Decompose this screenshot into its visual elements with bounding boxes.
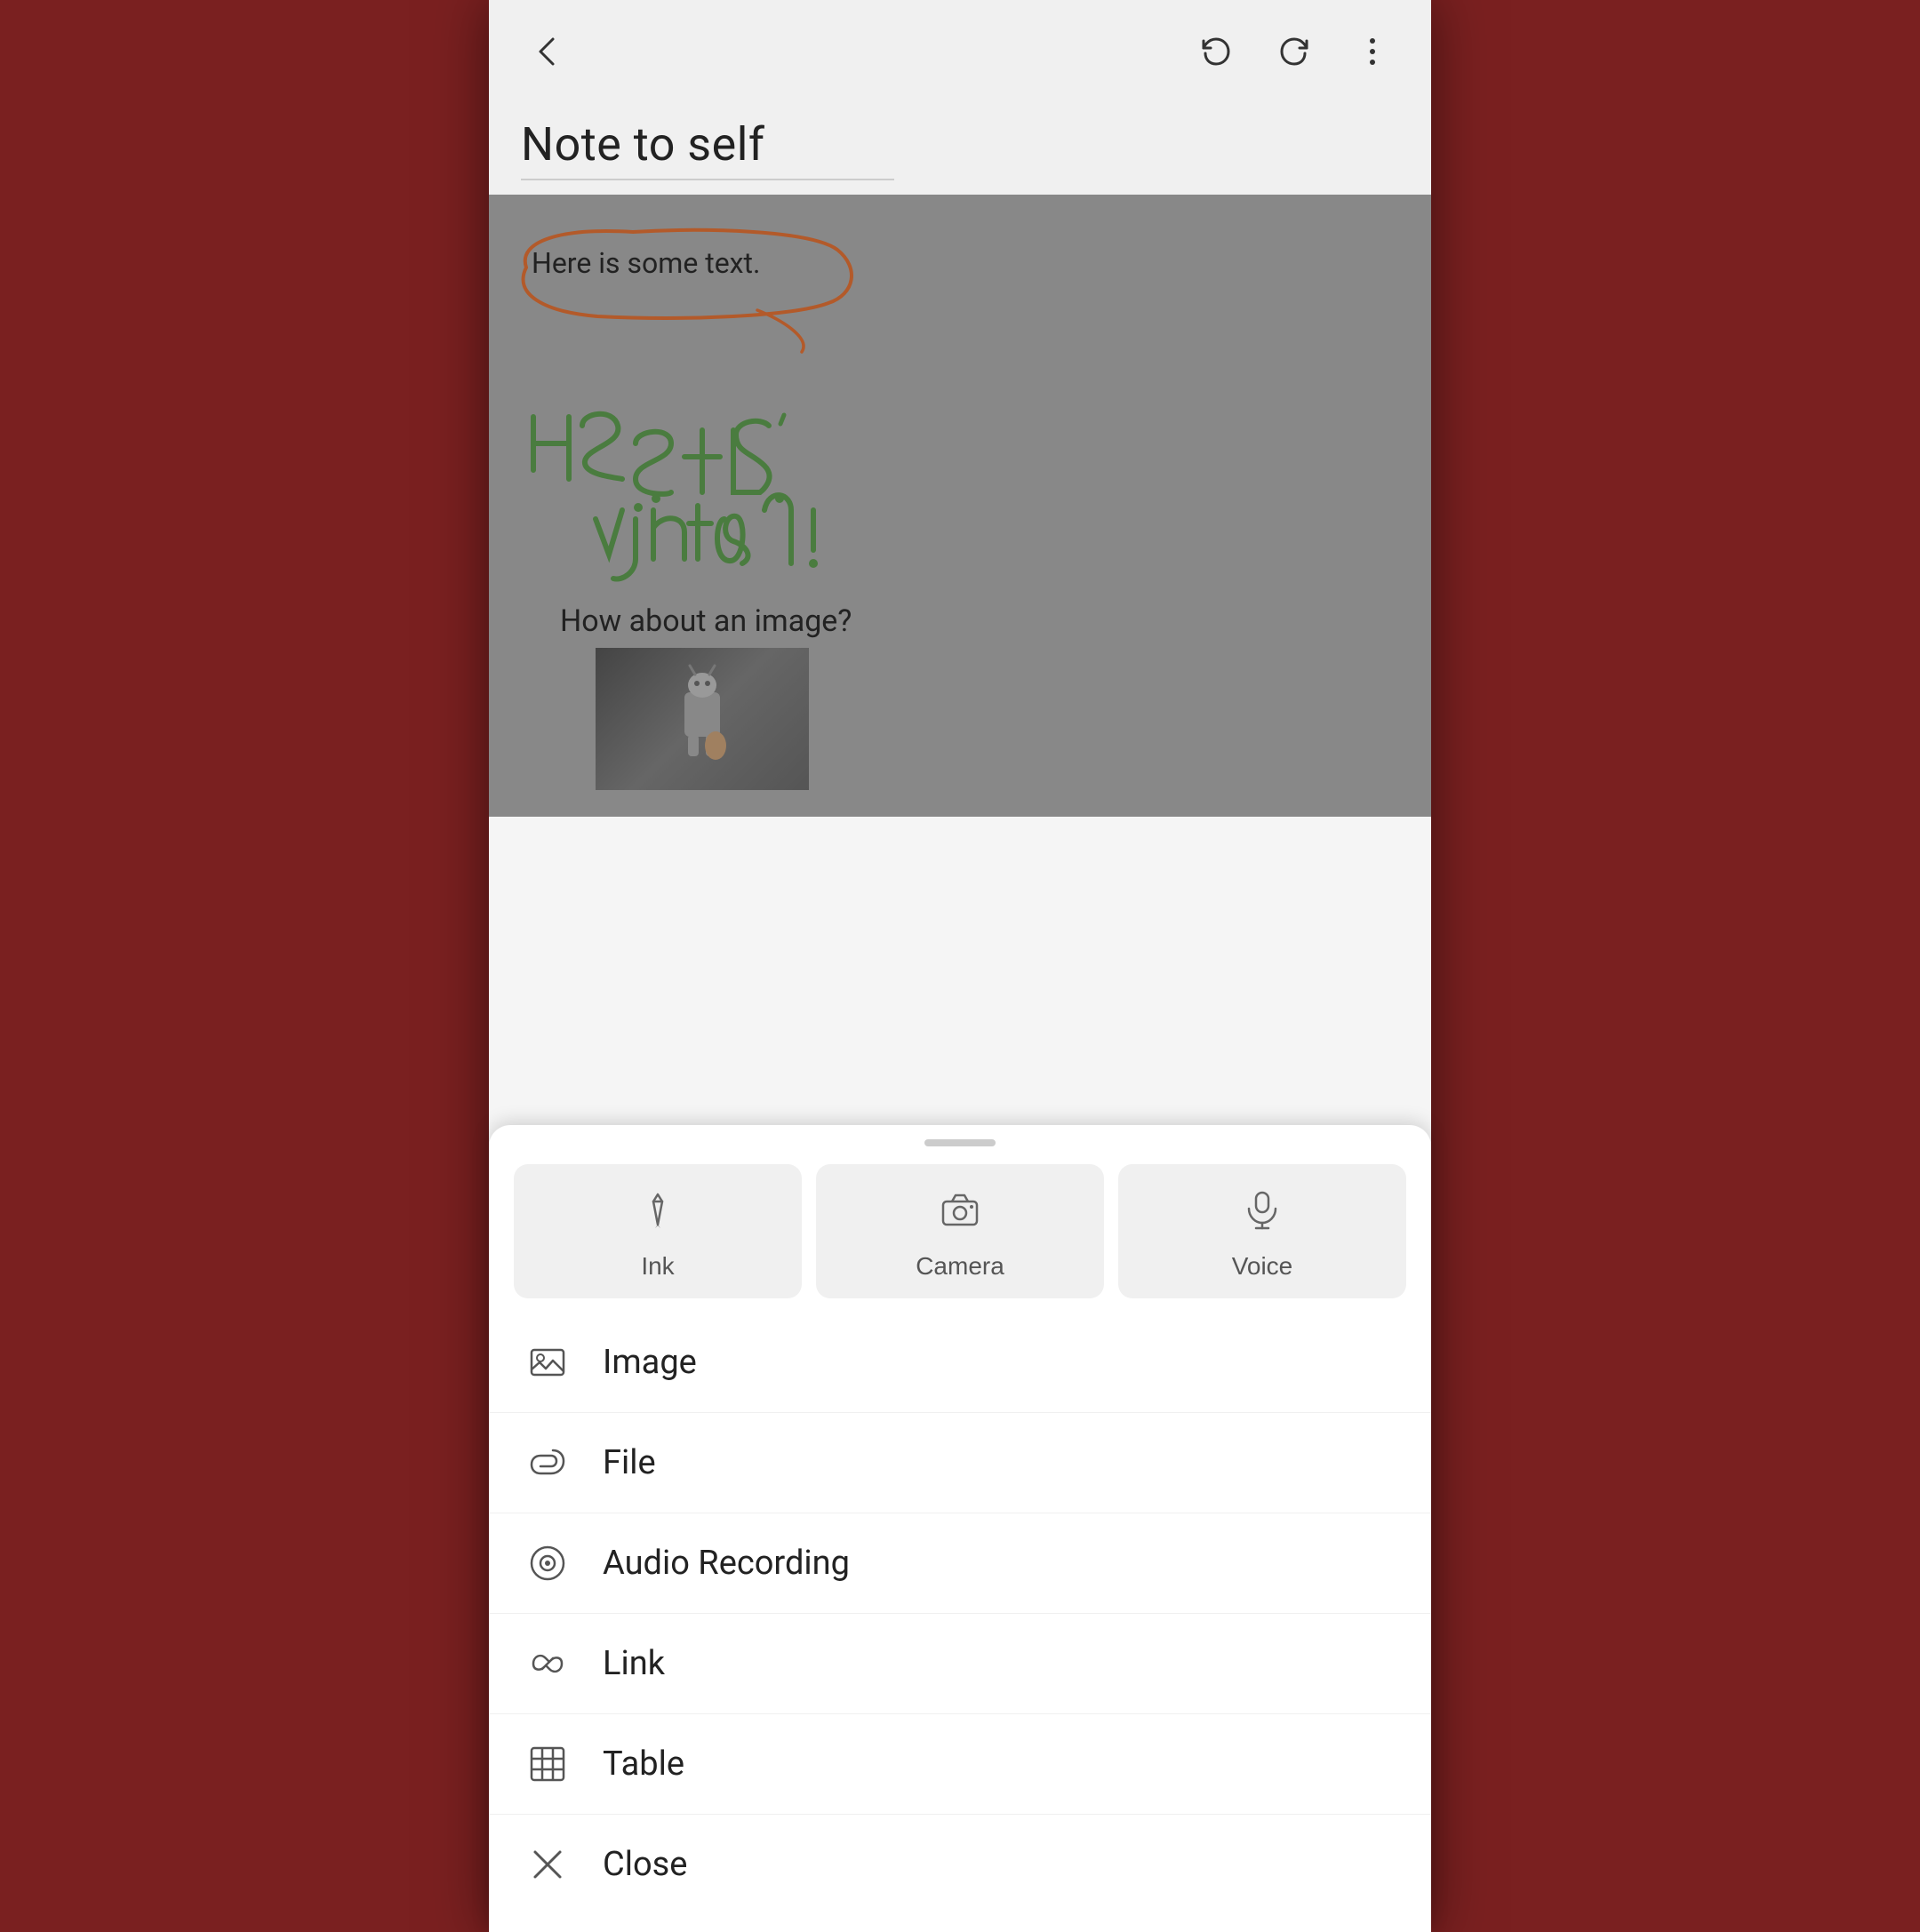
- note-area[interactable]: Here is some text. How: [489, 195, 1431, 817]
- ink-icon: [637, 1189, 678, 1240]
- close-label: Close: [603, 1845, 687, 1884]
- link-label: Link: [603, 1644, 665, 1683]
- typed-text-container: Here is some text.: [521, 239, 771, 287]
- image-label: Image: [603, 1343, 697, 1382]
- more-options-button[interactable]: [1346, 25, 1399, 78]
- audio-icon: [524, 1540, 571, 1586]
- close-icon: [524, 1841, 571, 1888]
- camera-button[interactable]: Camera: [816, 1164, 1104, 1298]
- image-icon: [524, 1339, 571, 1385]
- sheet-handle: [924, 1139, 996, 1146]
- quick-actions-row: Ink Camera: [489, 1164, 1431, 1298]
- menu-item-link[interactable]: Link: [489, 1614, 1431, 1714]
- image-prompt-text: How about an image?: [560, 603, 852, 639]
- menu-item-audio[interactable]: Audio Recording: [489, 1513, 1431, 1614]
- note-title-bar: Note to self: [489, 96, 1431, 195]
- handwriting-svg: [507, 363, 1058, 577]
- undo-button[interactable]: [1189, 25, 1243, 78]
- note-title: Note to self: [521, 117, 1399, 172]
- typed-text: Here is some text.: [521, 239, 771, 287]
- voice-icon: [1242, 1189, 1283, 1240]
- audio-label: Audio Recording: [603, 1544, 850, 1583]
- file-label: File: [603, 1443, 656, 1482]
- top-bar: [489, 0, 1431, 96]
- ink-button[interactable]: Ink: [514, 1164, 802, 1298]
- camera-label: Camera: [916, 1252, 1004, 1281]
- android-figure-svg: [649, 657, 756, 781]
- menu-item-file[interactable]: File: [489, 1413, 1431, 1513]
- menu-item-close[interactable]: Close: [489, 1815, 1431, 1914]
- ink-label: Ink: [641, 1252, 674, 1281]
- menu-item-table[interactable]: Table: [489, 1714, 1431, 1815]
- photo-inner: [596, 648, 809, 790]
- voice-label: Voice: [1232, 1252, 1293, 1281]
- top-bar-left: [521, 25, 574, 78]
- phone-container: Note to self Here is some text.: [489, 0, 1431, 1932]
- redo-button[interactable]: [1268, 25, 1321, 78]
- camera-icon: [940, 1189, 980, 1240]
- table-icon: [524, 1741, 571, 1787]
- note-title-underline: [521, 179, 894, 180]
- file-icon: [524, 1440, 571, 1486]
- table-label: Table: [603, 1744, 684, 1784]
- voice-button[interactable]: Voice: [1118, 1164, 1406, 1298]
- bottom-sheet: Ink Camera: [489, 1125, 1431, 1932]
- top-bar-right: [1189, 25, 1399, 78]
- menu-item-image[interactable]: Image: [489, 1313, 1431, 1413]
- link-icon: [524, 1641, 571, 1687]
- back-button[interactable]: [521, 25, 574, 78]
- photo-thumbnail: [596, 648, 809, 790]
